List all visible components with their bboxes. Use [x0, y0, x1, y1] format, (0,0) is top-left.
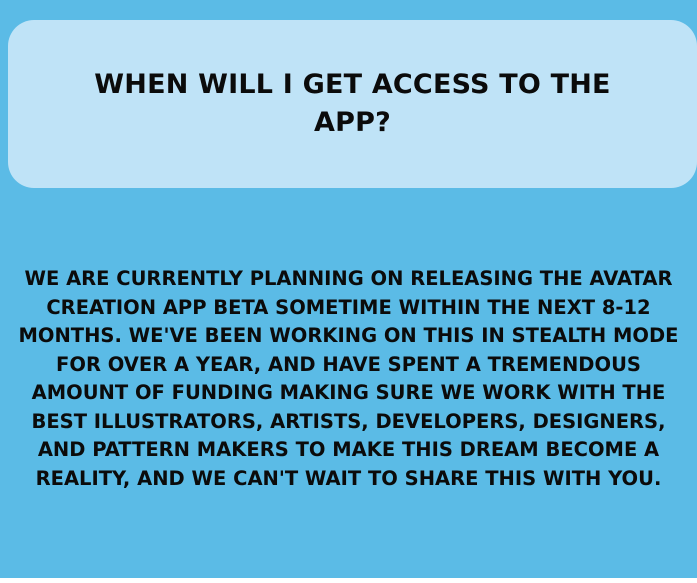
faq-panel: WHEN WILL I GET ACCESS TO THE APP? WE AR…: [0, 0, 697, 578]
answer-text: WE ARE CURRENTLY PLANNING ON RELEASING T…: [18, 267, 679, 490]
question-title: WHEN WILL I GET ACCESS TO THE APP?: [94, 69, 611, 138]
question-card: WHEN WILL I GET ACCESS TO THE APP?: [8, 20, 697, 188]
